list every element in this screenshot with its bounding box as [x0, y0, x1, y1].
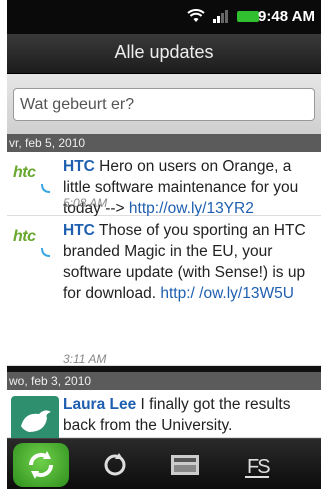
status-bar: 9:48 AM: [7, 0, 321, 34]
messages-icon: [171, 455, 199, 475]
avatar: [11, 396, 59, 444]
htc-logo: htc: [13, 164, 36, 181]
people-icon: FS: [245, 456, 271, 478]
date-header: wo, feb 3, 2010: [7, 372, 321, 390]
compose-area: [7, 74, 321, 134]
date-header: vr, feb 5, 2010: [7, 134, 321, 152]
feed-time: 3:11 AM: [63, 352, 107, 366]
bird-icon: [21, 410, 51, 432]
bottom-tab-bar: FS: [7, 438, 321, 489]
status-update-input[interactable]: [13, 88, 315, 121]
signal-icon: [213, 10, 228, 23]
wifi-icon: [187, 9, 205, 22]
twitter-icon: [41, 248, 50, 257]
feed-item-text: Laura Lee I finally got the results back…: [63, 394, 315, 436]
svg-text:FS: FS: [247, 456, 271, 478]
status-time: 9:48 AM: [258, 8, 315, 25]
feed-author[interactable]: Laura Lee: [63, 396, 136, 413]
feed-link[interactable]: http:/ /ow.ly/13W5U: [160, 285, 294, 302]
battery-icon: [237, 10, 259, 22]
refresh-icon: [104, 453, 126, 476]
page-title: Alle updates: [114, 42, 214, 62]
feed-item[interactable]: Laura Lee I finally got the results back…: [7, 390, 321, 444]
title-bar: Alle updates: [7, 34, 321, 74]
tab-people[interactable]: FS: [229, 443, 285, 487]
feed-author[interactable]: HTC: [63, 158, 95, 175]
feed-time: 5:08 AM: [63, 196, 108, 210]
feed-item[interactable]: htc HTC Hero on users on Orange, a littl…: [7, 152, 321, 217]
feed-item[interactable]: htc HTC Those of you sporting an HTC bra…: [7, 216, 321, 366]
feed-link[interactable]: http://ow.ly/13YR2: [129, 200, 254, 217]
refresh-all-icon: [29, 451, 53, 479]
feed-author[interactable]: HTC: [63, 222, 95, 239]
htc-logo: htc: [13, 228, 36, 245]
tab-refresh[interactable]: [87, 443, 143, 487]
feed-item-text: HTC Those of you sporting an HTC branded…: [63, 220, 315, 304]
status-icons: [187, 9, 259, 23]
twitter-icon: [41, 184, 50, 193]
tab-all-updates[interactable]: [13, 443, 69, 487]
tab-messages[interactable]: [157, 443, 213, 487]
device-screen: 9:48 AM Alle updates vr, feb 5, 2010 htc…: [7, 0, 321, 489]
